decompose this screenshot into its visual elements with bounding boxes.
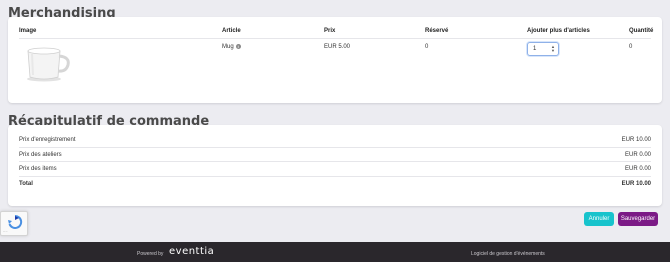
article-cell: Mug i — [222, 44, 241, 50]
summary-total-row: Total EUR 10.00 — [19, 181, 651, 187]
summary-row-label: Prix d'enregistrement — [19, 137, 76, 143]
header-divider — [19, 38, 651, 39]
summary-row: Prix d'enregistrement EUR 10.00 — [19, 137, 651, 143]
recaptcha-badge[interactable]: — — — [0, 211, 28, 236]
summary-row: Prix des items EUR 0.00 — [19, 166, 651, 172]
row-divider — [19, 176, 651, 177]
total-label: Total — [19, 181, 33, 187]
column-header-image: Image — [19, 28, 37, 34]
quantity-cell: 0 — [629, 44, 633, 50]
column-header-article: Article — [222, 28, 241, 34]
recaptcha-links: — — — [3, 231, 8, 233]
recaptcha-icon — [8, 215, 23, 229]
add-more-quantity-input[interactable]: 1 ▲ ▼ — [527, 42, 559, 56]
eventtia-logo[interactable]: eventtia — [169, 246, 214, 257]
summary-row-label: Prix des items — [19, 166, 57, 172]
stepper-arrows-icon[interactable]: ▲ ▼ — [551, 45, 555, 53]
column-header-add-more: Ajouter plus d'articles — [527, 28, 590, 34]
save-button[interactable]: Sauvegarder — [618, 212, 658, 226]
price-cell: EUR 5.00 — [324, 44, 351, 50]
powered-by-label: Powered by — [137, 251, 164, 257]
reserved-cell: 0 — [425, 44, 429, 50]
row-divider — [19, 161, 651, 162]
article-name: Mug — [222, 44, 234, 51]
footer: Powered by eventtia Logiciel de gestion … — [0, 242, 670, 262]
summary-row-value: EUR 0.00 — [624, 166, 651, 172]
column-header-quantity: Quantité — [629, 28, 654, 34]
footer-tagline-link[interactable]: Logiciel de gestion d'événements — [471, 251, 545, 257]
row-divider — [19, 147, 651, 148]
column-header-price: Prix — [324, 28, 336, 34]
summary-row-value: EUR 10.00 — [621, 137, 651, 143]
merchandising-card: Image Article Prix Réservé Ajouter plus … — [8, 17, 662, 103]
cancel-button[interactable]: Annuler — [584, 212, 614, 226]
total-value: EUR 10.00 — [621, 181, 651, 187]
mug-product-image — [27, 47, 70, 82]
summary-row: Prix des ateliers EUR 0.00 — [19, 152, 651, 158]
summary-row-label: Prix des ateliers — [19, 152, 62, 158]
add-more-quantity-value: 1 — [533, 46, 537, 52]
summary-row-value: EUR 0.00 — [624, 152, 651, 158]
column-header-reserved: Réservé — [425, 28, 449, 34]
info-icon[interactable]: i — [235, 44, 241, 49]
order-summary-card: Prix d'enregistrement EUR 10.00 Prix des… — [8, 125, 662, 206]
